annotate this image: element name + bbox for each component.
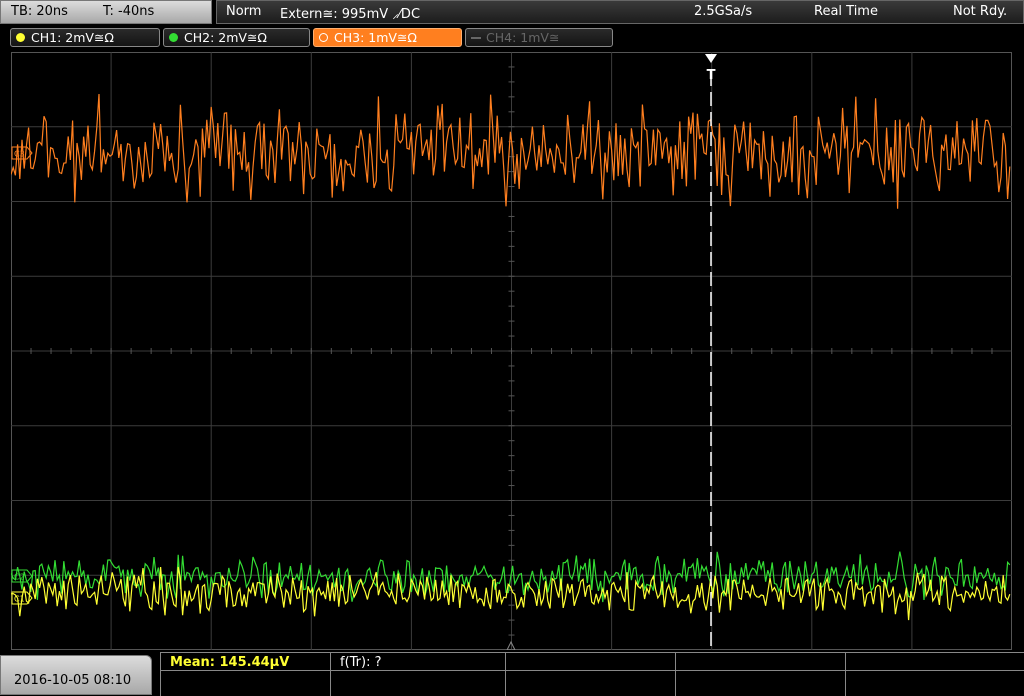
- trigger-time-label: T: -40ns: [103, 4, 155, 19]
- timebase-panel[interactable]: TB: 20ns T: -40ns: [0, 0, 212, 24]
- datetime-panel: 2016-10-05 08:10: [0, 655, 152, 695]
- trigger-marker-label: T: [707, 68, 716, 83]
- trigger-mode: Norm: [226, 4, 262, 19]
- channel-tab-ch3[interactable]: CH3: 1mV≅Ω: [313, 28, 462, 47]
- channel-dot-icon: [169, 33, 178, 42]
- measurement-cell: [675, 653, 676, 696]
- timebase-label: TB: 20ns: [11, 4, 68, 19]
- channel-tab-ch1[interactable]: CH1: 2mV≅Ω: [10, 28, 160, 47]
- trigger-panel[interactable]: Norm Extern≅: 995mV ⸝⁄DC 2.5GSa/s Real T…: [216, 0, 1024, 24]
- channel-tab-ch2[interactable]: CH2: 2mV≅Ω: [163, 28, 310, 47]
- ch3-waveform: [11, 93, 1011, 209]
- ch2-offset-marker[interactable]: C2: [11, 569, 33, 583]
- channel-tab-ch4[interactable]: CH4: 1mV≅: [465, 28, 613, 47]
- ch3-marker-label: C3: [14, 150, 25, 159]
- measurement-panel[interactable]: Mean: 145.44µV f(Tr): ?: [160, 652, 1024, 696]
- measurement-cell: [505, 653, 506, 696]
- trigger-source: Extern≅: 995mV ⸝⁄DC: [280, 7, 421, 22]
- measurement-cell: [845, 653, 846, 696]
- acquisition-mode: Real Time: [814, 4, 878, 19]
- ch1-marker-label: C1: [14, 595, 25, 604]
- ch2-marker-label: C2: [14, 573, 25, 582]
- channel-dot-icon: [16, 33, 25, 42]
- channel-label: CH4: 1mV≅: [486, 30, 560, 45]
- channel-label: CH1: 2mV≅Ω: [31, 30, 114, 45]
- channel-dot-icon: [319, 33, 328, 42]
- ch3-offset-marker[interactable]: C3: [11, 146, 33, 160]
- status-bar: TB: 20ns T: -40ns Norm Extern≅: 995mV ⸝⁄…: [0, 0, 1024, 26]
- sample-rate: 2.5GSa/s: [694, 4, 753, 19]
- acquisition-status: Not Rdy.: [953, 4, 1008, 19]
- mean-measurement: Mean: 145.44µV: [170, 655, 290, 670]
- measurement-cell: [330, 653, 331, 696]
- channel-label: CH2: 2mV≅Ω: [184, 30, 267, 45]
- channel-label: CH3: 1mV≅Ω: [334, 30, 417, 45]
- frequency-measurement: f(Tr): ?: [340, 655, 382, 670]
- waveform-display[interactable]: T C3 C2 C1: [11, 52, 1012, 650]
- waveform-canvas: T C3 C2 C1: [11, 52, 1012, 650]
- datetime-label: 2016-10-05 08:10: [14, 673, 132, 688]
- measurement-row-divider: [160, 670, 1024, 671]
- measurement-cell: [160, 653, 161, 696]
- channel-off-icon: [471, 37, 481, 39]
- trigger-arrow-icon[interactable]: [705, 54, 717, 63]
